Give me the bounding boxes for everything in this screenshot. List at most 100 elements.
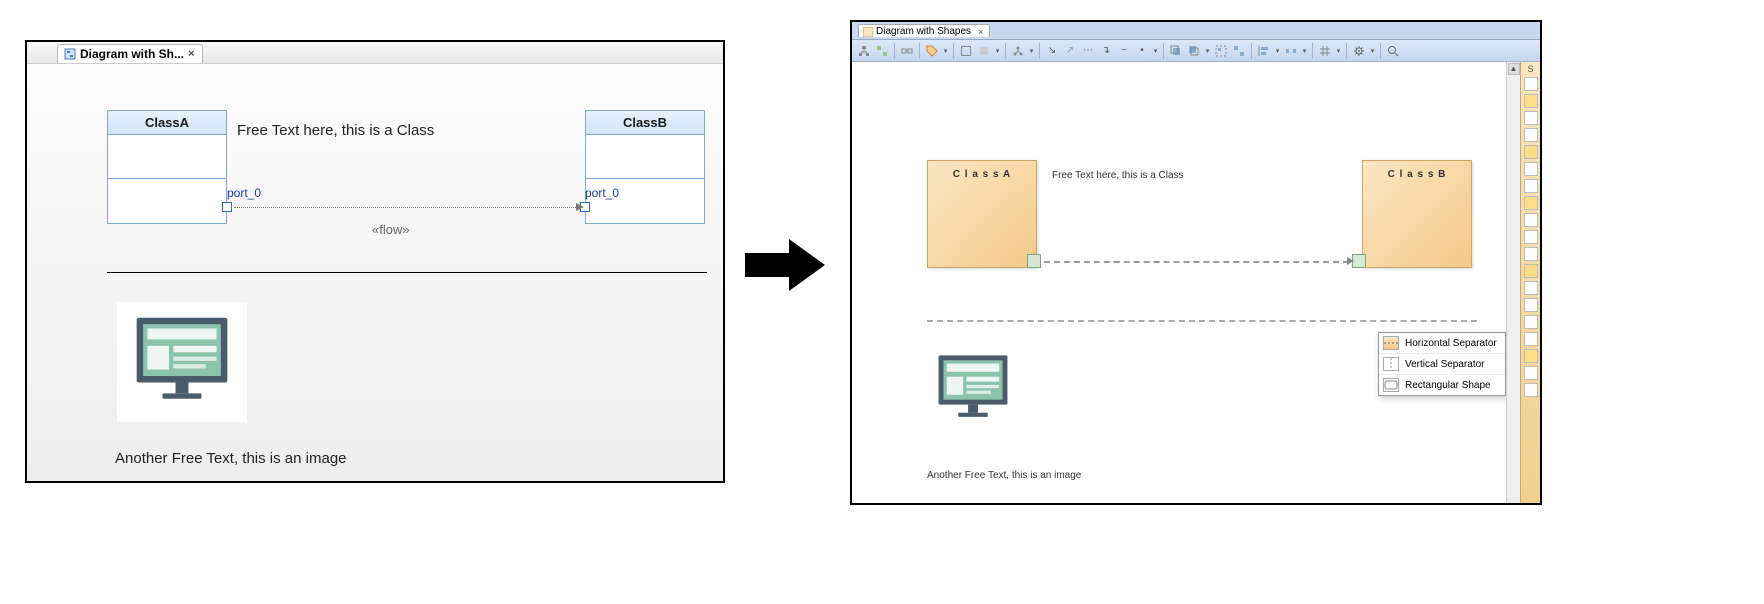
tag-button[interactable] [924, 43, 940, 59]
connector-dashed-button[interactable]: ↗ [1062, 43, 1078, 59]
settings-button[interactable] [1351, 43, 1367, 59]
free-text-class[interactable]: Free Text here, this is a Class [1052, 170, 1184, 181]
dropdown-icon[interactable]: ▾ [1204, 47, 1211, 55]
close-icon[interactable]: × [978, 27, 983, 37]
close-icon[interactable]: × [188, 48, 194, 60]
palette-item[interactable] [1524, 349, 1538, 363]
classa-port[interactable] [1027, 254, 1041, 268]
uml-class-classb[interactable]: ClassB [585, 110, 705, 224]
palette-item[interactable] [1524, 94, 1538, 108]
tree-button[interactable] [1010, 43, 1026, 59]
class-attributes [108, 135, 226, 179]
connector-waypoint-button[interactable]: • [1134, 43, 1150, 59]
computer-monitor-icon [128, 313, 236, 411]
classb-port[interactable] [1352, 254, 1366, 268]
diagram-canvas[interactable]: C l a s s A C l a s s B Free Text here, … [852, 62, 1506, 503]
free-text-image[interactable]: Another Free Text, this is an image [115, 450, 347, 467]
popup-item-horizontal-separator[interactable]: Horizontal Separator [1379, 333, 1505, 354]
shape-type-popup: Horizontal Separator Vertical Separator … [1378, 332, 1506, 396]
popup-label: Horizontal Separator [1405, 338, 1497, 349]
dropdown-icon[interactable]: ▾ [1152, 47, 1159, 55]
connector-orthogonal-button[interactable]: ↴ [1098, 43, 1114, 59]
palette-item[interactable] [1524, 162, 1538, 176]
toolbar-separator [1312, 43, 1313, 59]
source-diagram-panel: Diagram with Sh... × ClassA port_0 Class… [25, 40, 725, 483]
tab-bar: Diagram with Sh... × [27, 42, 723, 64]
ungroup-button[interactable] [1231, 43, 1247, 59]
palette-item[interactable] [1524, 264, 1538, 278]
palette-item[interactable] [1524, 128, 1538, 142]
connector-dotted-button[interactable]: ⋯ [1080, 43, 1096, 59]
toolbar-separator [1346, 43, 1347, 59]
image-shape-computer[interactable] [932, 352, 1014, 431]
palette-item[interactable] [1524, 247, 1538, 261]
flow-connector[interactable] [234, 207, 578, 208]
palette-item[interactable] [1524, 281, 1538, 295]
uml-class-classa[interactable]: ClassA [107, 110, 227, 224]
classa-port-label: port_0 [227, 186, 261, 200]
dropdown-icon[interactable]: ▾ [1301, 47, 1308, 55]
palette-item[interactable] [1524, 315, 1538, 329]
tab-label: Diagram with Sh... [80, 47, 184, 61]
side-tab-label[interactable]: S [1521, 62, 1540, 74]
side-toolbar: S [1520, 62, 1540, 503]
class-operations [108, 179, 226, 223]
flow-connector[interactable] [1044, 261, 1349, 263]
palette-item[interactable] [1524, 230, 1538, 244]
free-text-image[interactable]: Another Free Text, this is an image [927, 470, 1081, 481]
palette-item[interactable] [1524, 383, 1538, 397]
fill-button[interactable] [976, 43, 992, 59]
vertical-scrollbar[interactable]: ▲ [1506, 62, 1520, 503]
distribute-button[interactable] [1283, 43, 1299, 59]
note-shape-classa[interactable]: C l a s s A [927, 160, 1037, 268]
scroll-up-icon[interactable]: ▲ [1508, 63, 1520, 75]
tab-diagram-with-shapes[interactable]: Diagram with Sh... × [57, 44, 203, 63]
palette-item[interactable] [1524, 213, 1538, 227]
toolbar-separator [953, 43, 954, 59]
toolbar-separator [1380, 43, 1381, 59]
palette-item[interactable] [1524, 196, 1538, 210]
grid-button[interactable] [1317, 43, 1333, 59]
palette-item[interactable] [1524, 179, 1538, 193]
toolbar-separator [1005, 43, 1006, 59]
free-text-class[interactable]: Free Text here, this is a Class [237, 122, 434, 139]
dropdown-icon[interactable]: ▾ [1369, 47, 1376, 55]
link-button[interactable] [899, 43, 915, 59]
horizontal-separator[interactable] [107, 272, 707, 273]
dropdown-icon[interactable]: ▾ [1335, 47, 1342, 55]
dropdown-icon[interactable]: ▾ [1028, 47, 1035, 55]
search-icon [1387, 45, 1399, 57]
tab-diagram-with-shapes[interactable]: Diagram with Shapes × [858, 24, 990, 37]
dropdown-icon[interactable]: ▾ [994, 47, 1001, 55]
class-attributes [586, 135, 704, 179]
popup-item-vertical-separator[interactable]: Vertical Separator [1379, 354, 1505, 375]
image-shape-computer[interactable] [117, 302, 247, 422]
connector-curved-button[interactable]: ~ [1116, 43, 1132, 59]
dropdown-icon[interactable]: ▾ [942, 47, 949, 55]
palette-item[interactable] [1524, 145, 1538, 159]
group-button[interactable] [1213, 43, 1229, 59]
auto-layout-button[interactable] [874, 43, 890, 59]
align-left-button[interactable] [1256, 43, 1272, 59]
horizontal-separator[interactable] [927, 320, 1477, 322]
palette-item[interactable] [1524, 366, 1538, 380]
connector-button[interactable]: ↘ [1044, 43, 1060, 59]
classa-port[interactable] [222, 202, 232, 212]
arrow-icon [576, 203, 584, 211]
note-shape-classb[interactable]: C l a s s B [1362, 160, 1472, 268]
palette-item[interactable] [1524, 77, 1538, 91]
diagram-icon [863, 27, 873, 37]
palette-item[interactable] [1524, 332, 1538, 346]
arrange-front-button[interactable] [1168, 43, 1184, 59]
arrange-back-button[interactable] [1186, 43, 1202, 59]
border-button[interactable] [958, 43, 974, 59]
popup-item-rectangular-shape[interactable]: Rectangular Shape [1379, 375, 1505, 395]
diagram-toolbar: ▾ ▾ ▾ ↘ ↗ ⋯ ↴ ~ • ▾ ▾ ▾ ▾ ▾ ▾ [852, 40, 1540, 62]
palette-item[interactable] [1524, 298, 1538, 312]
transformation-arrow-icon [745, 235, 825, 295]
layout-hierarchy-button[interactable] [856, 43, 872, 59]
arrow-icon [1347, 257, 1354, 265]
palette-item[interactable] [1524, 111, 1538, 125]
dropdown-icon[interactable]: ▾ [1274, 47, 1281, 55]
search-button[interactable] [1385, 43, 1401, 59]
